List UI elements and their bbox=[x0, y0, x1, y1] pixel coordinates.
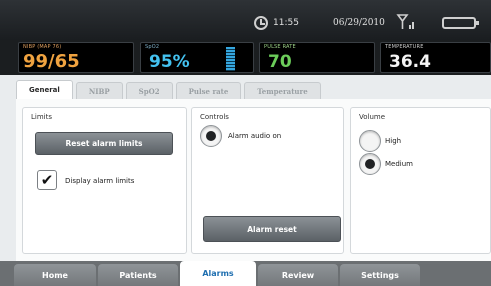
controls-panel: Controls Alarm audio on Alarm reset bbox=[191, 107, 344, 254]
tab-panel-general: Limits Reset alarm limits ✔ Display alar… bbox=[16, 99, 491, 261]
nav-alarms[interactable]: Alarms bbox=[180, 261, 256, 286]
volume-medium-label: Medium bbox=[385, 160, 413, 168]
spo2-label: SpO2 bbox=[145, 44, 160, 50]
volume-medium-radio[interactable] bbox=[359, 153, 381, 175]
checkmark-icon: ✔ bbox=[40, 170, 54, 189]
volume-high-label: High bbox=[385, 137, 402, 145]
tab-temperature[interactable]: Temperature bbox=[244, 82, 321, 99]
battery-icon bbox=[442, 17, 479, 29]
nav-home[interactable]: Home bbox=[14, 264, 96, 286]
nibp-tile[interactable]: NIBP (MAP 76) 99/65 bbox=[18, 42, 134, 73]
alarm-audio-toggle[interactable] bbox=[200, 125, 222, 147]
nibp-value: 99/65 bbox=[23, 51, 80, 72]
pulse-label: PULSE RATE bbox=[264, 44, 296, 50]
clock: 11:55 bbox=[254, 16, 299, 30]
alarm-tabs: General NIBP SpO2 Pulse rate Temperature bbox=[16, 80, 321, 99]
volume-panel: Volume High Medium bbox=[350, 107, 491, 254]
volume-title: Volume bbox=[359, 113, 386, 121]
tab-spo2[interactable]: SpO2 bbox=[125, 82, 173, 99]
temperature-tile[interactable]: TEMPERATURE 36.4 bbox=[380, 42, 491, 73]
nav-settings[interactable]: Settings bbox=[340, 264, 420, 286]
alarm-reset-button[interactable]: Alarm reset bbox=[203, 216, 341, 242]
spo2-value: 95% bbox=[149, 52, 190, 72]
temperature-label: TEMPERATURE bbox=[385, 44, 424, 50]
tab-nibp[interactable]: NIBP bbox=[75, 82, 123, 99]
limits-title: Limits bbox=[31, 113, 52, 121]
display-alarm-limits-label: Display alarm limits bbox=[65, 177, 135, 185]
alarms-content: General NIBP SpO2 Pulse rate Temperature… bbox=[0, 75, 491, 261]
temperature-value: 36.4 bbox=[389, 52, 431, 72]
controls-title: Controls bbox=[200, 113, 229, 121]
date-display: 06/29/2010 bbox=[333, 18, 385, 28]
reset-alarm-limits-button[interactable]: Reset alarm limits bbox=[35, 132, 173, 155]
pulse-value: 70 bbox=[268, 52, 292, 72]
alarm-audio-label: Alarm audio on bbox=[228, 132, 282, 140]
vitals-bar: NIBP (MAP 76) 99/65 SpO2 95% PULSE RATE … bbox=[0, 40, 491, 75]
nav-review[interactable]: Review bbox=[258, 264, 338, 286]
clock-icon bbox=[254, 16, 268, 30]
status-bar: 11:55 06/29/2010 bbox=[0, 0, 491, 40]
nibp-label: NIBP (MAP 76) bbox=[23, 44, 62, 50]
display-alarm-limits-checkbox[interactable]: ✔ bbox=[37, 170, 57, 190]
pulse-tile[interactable]: PULSE RATE 70 bbox=[259, 42, 375, 73]
pulse-amplitude-bar bbox=[226, 47, 235, 71]
bottom-nav: Home Patients Alarms Review Settings bbox=[0, 261, 491, 286]
volume-high-radio[interactable] bbox=[359, 130, 381, 152]
signal-icon bbox=[396, 14, 414, 29]
tab-general[interactable]: General bbox=[16, 80, 73, 99]
tab-pulse-rate[interactable]: Pulse rate bbox=[175, 82, 242, 99]
nav-patients[interactable]: Patients bbox=[98, 264, 178, 286]
limits-panel: Limits Reset alarm limits ✔ Display alar… bbox=[22, 107, 187, 254]
spo2-tile[interactable]: SpO2 95% bbox=[140, 42, 254, 73]
time-display: 11:55 bbox=[273, 18, 299, 28]
